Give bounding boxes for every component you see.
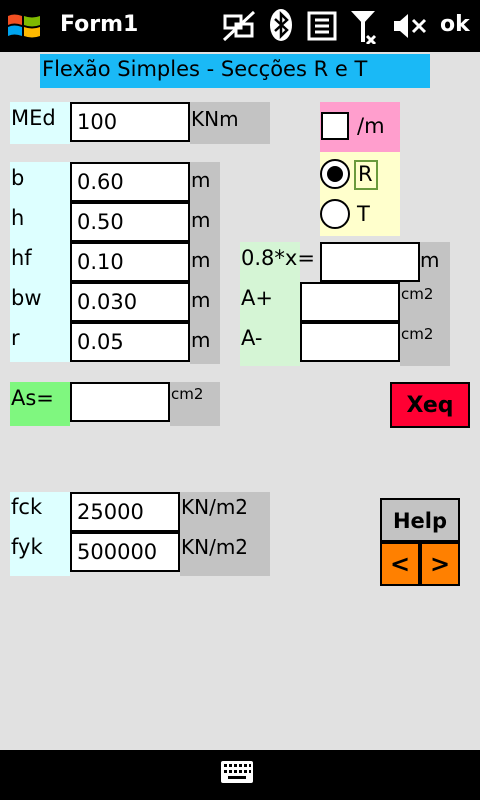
- signal-icon: [348, 8, 378, 46]
- geometry-h-input[interactable]: 0.50: [70, 202, 190, 242]
- geometry-hf-label: hf: [11, 246, 32, 270]
- a-plus-label: A+: [241, 286, 273, 310]
- fyk-input[interactable]: 500000: [70, 532, 180, 572]
- messaging-icon: [306, 10, 338, 42]
- network-icon: [222, 10, 256, 42]
- as-label: As=: [11, 386, 54, 410]
- per-meter-checkbox[interactable]: [321, 112, 349, 140]
- help-button[interactable]: Help: [380, 498, 460, 542]
- moment-input[interactable]: 100: [70, 102, 190, 142]
- fck-input[interactable]: 25000: [70, 492, 180, 532]
- a-minus-unit: cm2: [401, 325, 434, 343]
- page-heading: Flexão Simples - Secções R e T: [40, 54, 430, 88]
- a-plus-output[interactable]: [300, 282, 400, 322]
- radio-t[interactable]: [320, 199, 350, 229]
- radio-r-dot: [327, 166, 343, 182]
- radio-r-label: R: [354, 160, 378, 190]
- geometry-bw-input[interactable]: 0.030: [70, 282, 190, 322]
- geometry-h-unit: m: [191, 208, 211, 232]
- geometry-r-input[interactable]: 0.05: [70, 322, 190, 362]
- as-output[interactable]: [70, 382, 170, 422]
- radio-r[interactable]: [320, 159, 350, 189]
- keyboard-icon[interactable]: [220, 760, 254, 784]
- a-minus-output[interactable]: [300, 322, 400, 362]
- per-meter-label: /m: [357, 114, 385, 138]
- moment-unit: KNm: [191, 107, 239, 131]
- a-minus-label: A-: [241, 326, 263, 350]
- windows-start-icon[interactable]: [6, 10, 42, 42]
- prev-button[interactable]: <: [380, 542, 420, 586]
- ok-button[interactable]: ok: [440, 12, 470, 37]
- geometry-bw-label: bw: [11, 286, 42, 310]
- x-output[interactable]: [320, 242, 420, 282]
- volume-muted-icon: [392, 12, 428, 40]
- geometry-r-label: r: [11, 326, 20, 350]
- geometry-bw-unit: m: [191, 288, 211, 312]
- next-button[interactable]: >: [420, 542, 460, 586]
- bluetooth-icon: [268, 8, 294, 42]
- geometry-b-unit: m: [191, 168, 211, 192]
- x-label: 0.8*x=: [241, 246, 315, 270]
- window-title: Form1: [60, 12, 139, 37]
- geometry-b-input[interactable]: 0.60: [70, 162, 190, 202]
- a-plus-unit: cm2: [401, 285, 434, 303]
- as-unit: cm2: [171, 385, 204, 403]
- fck-label: fck: [11, 495, 43, 519]
- fyk-unit: KN/m2: [181, 535, 249, 559]
- moment-label: MEd: [11, 106, 56, 130]
- geometry-b-label: b: [11, 166, 25, 190]
- xeq-button[interactable]: Xeq: [390, 382, 470, 428]
- radio-t-label: T: [357, 202, 370, 226]
- geometry-hf-unit: m: [191, 248, 211, 272]
- geometry-h-label: h: [11, 206, 25, 230]
- fck-unit: KN/m2: [181, 495, 249, 519]
- geometry-hf-input[interactable]: 0.10: [70, 242, 190, 282]
- fyk-label: fyk: [11, 535, 43, 559]
- geometry-r-unit: m: [191, 328, 211, 352]
- x-unit: m: [420, 248, 440, 272]
